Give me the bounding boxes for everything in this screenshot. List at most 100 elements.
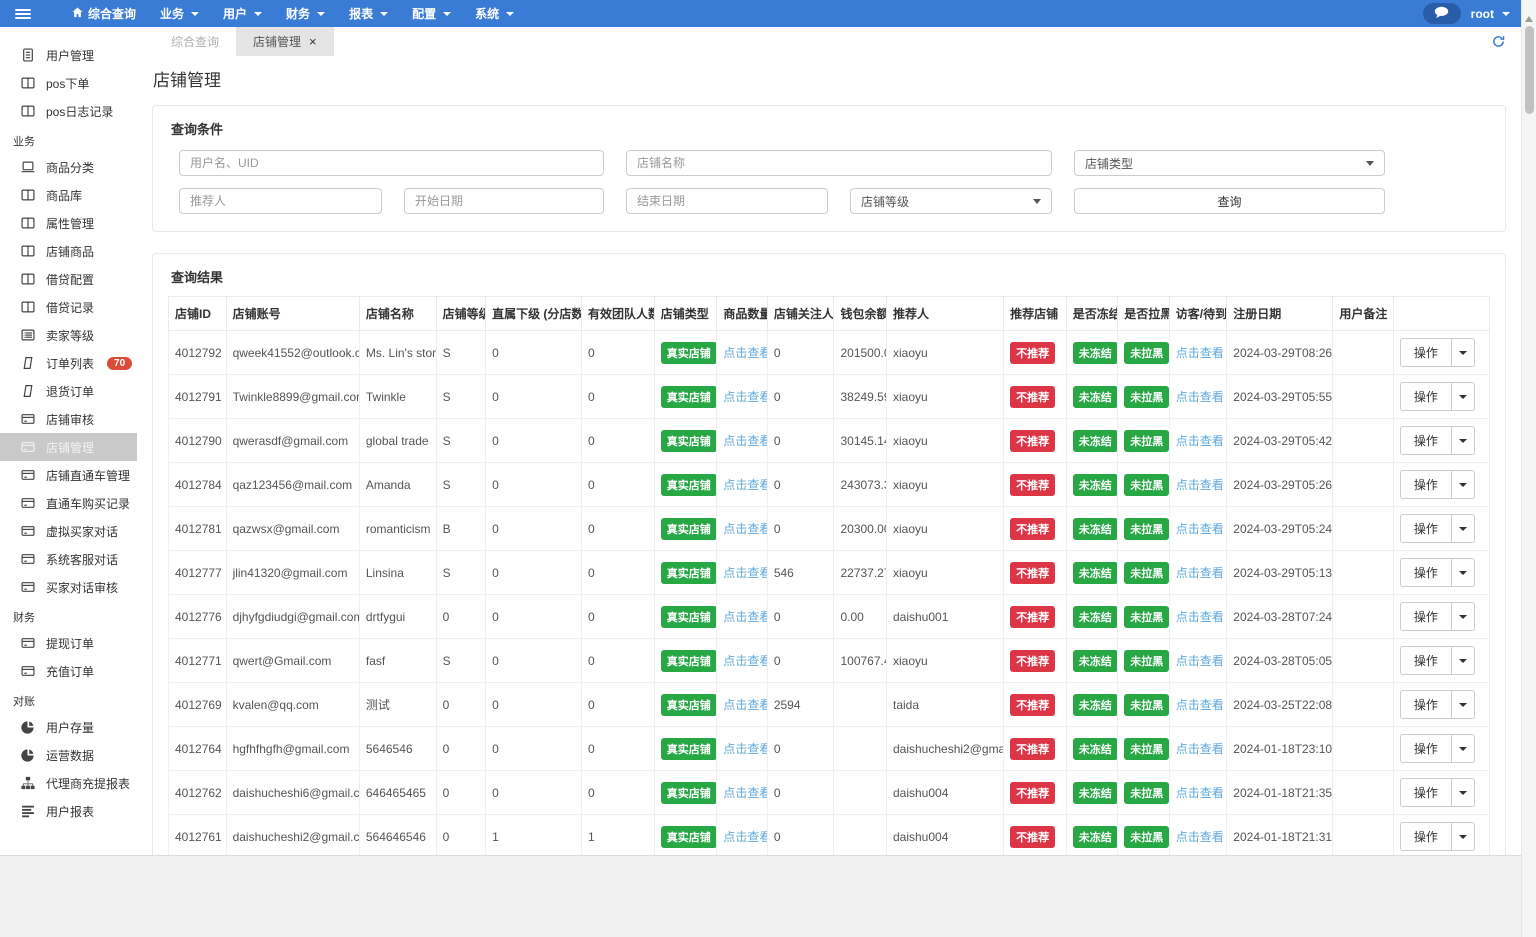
action-button[interactable]: 操作 bbox=[1399, 558, 1475, 587]
goods-count-link[interactable]: 点击查看 bbox=[723, 786, 766, 800]
goods-count-link[interactable]: 点击查看 bbox=[723, 654, 766, 668]
tab-店铺管理[interactable]: 店铺管理 × bbox=[236, 27, 334, 56]
visitor-link[interactable]: 点击查看 bbox=[1176, 830, 1224, 844]
sidebar-item-订单列表[interactable]: 订单列表 70 bbox=[0, 349, 137, 377]
close-icon[interactable]: × bbox=[309, 35, 317, 48]
chat-button[interactable] bbox=[1422, 3, 1461, 24]
goods-count-link[interactable]: 点击查看 bbox=[723, 830, 766, 844]
action-button[interactable]: 操作 bbox=[1399, 470, 1475, 499]
nav-item-1[interactable]: 业务 bbox=[148, 0, 211, 27]
visitor-link[interactable]: 点击查看 bbox=[1176, 654, 1224, 668]
action-dropdown-toggle[interactable] bbox=[1450, 735, 1474, 762]
action-dropdown-toggle[interactable] bbox=[1450, 427, 1474, 454]
sidebar-item-借贷记录[interactable]: 借贷记录 bbox=[0, 293, 137, 321]
scrollbar[interactable] bbox=[1521, 0, 1536, 937]
nav-item-3[interactable]: 财务 bbox=[274, 0, 337, 27]
sidebar-item-系统客服对话[interactable]: 系统客服对话 bbox=[0, 545, 137, 573]
visitor-link[interactable]: 点击查看 bbox=[1176, 566, 1224, 580]
visitor-link[interactable]: 点击查看 bbox=[1176, 698, 1224, 712]
action-button[interactable]: 操作 bbox=[1399, 382, 1475, 411]
visitor-link[interactable]: 点击查看 bbox=[1176, 434, 1224, 448]
sidebar-item-店铺商品[interactable]: 店铺商品 bbox=[0, 237, 137, 265]
action-button[interactable]: 操作 bbox=[1399, 778, 1475, 807]
goods-count-link[interactable]: 点击查看 bbox=[723, 390, 766, 404]
action-button[interactable]: 操作 bbox=[1399, 690, 1475, 719]
refresh-button[interactable] bbox=[1492, 35, 1505, 51]
nav-item-5[interactable]: 配置 bbox=[400, 0, 463, 27]
end-date-input[interactable] bbox=[626, 188, 828, 214]
store-name-input[interactable] bbox=[626, 150, 1052, 176]
hamburger-icon[interactable] bbox=[0, 0, 46, 27]
nav-item-4[interactable]: 报表 bbox=[337, 0, 400, 27]
store-type-select[interactable]: 店铺类型 bbox=[1074, 150, 1385, 176]
sidebar-item-店铺直通车管理[interactable]: 店铺直通车管理 bbox=[0, 461, 137, 489]
action-button[interactable]: 操作 bbox=[1399, 338, 1475, 367]
action-dropdown-toggle[interactable] bbox=[1450, 515, 1474, 542]
sidebar-item-运营数据[interactable]: 运营数据 bbox=[0, 741, 137, 769]
action-dropdown-toggle[interactable] bbox=[1450, 823, 1474, 850]
sidebar-item-店铺管理[interactable]: 店铺管理 bbox=[0, 433, 137, 461]
visitor-link[interactable]: 点击查看 bbox=[1176, 390, 1224, 404]
start-date-input[interactable] bbox=[404, 188, 604, 214]
goods-count-link[interactable]: 点击查看 bbox=[723, 742, 766, 756]
scroll-up-icon[interactable] bbox=[1525, 16, 1533, 22]
nav-item-2[interactable]: 用户 bbox=[211, 0, 274, 27]
nav-item-6[interactable]: 系统 bbox=[463, 0, 526, 27]
column-header-店铺等级: 店铺等级 bbox=[435, 296, 487, 331]
sidebar-item-虚拟买家对话[interactable]: 虚拟买家对话 bbox=[0, 517, 137, 545]
search-button[interactable]: 查询 bbox=[1074, 188, 1385, 214]
sidebar-item-用户存量[interactable]: 用户存量 bbox=[0, 713, 137, 741]
sidebar-item-提现订单[interactable]: 提现订单 bbox=[0, 629, 137, 657]
sidebar-item-直通车购买记录[interactable]: 直通车购买记录 bbox=[0, 489, 137, 517]
goods-count-link[interactable]: 点击查看 bbox=[723, 522, 766, 536]
user-menu[interactable]: root bbox=[1471, 7, 1510, 21]
goods-count-link[interactable]: 点击查看 bbox=[723, 610, 766, 624]
action-button[interactable]: 操作 bbox=[1399, 646, 1475, 675]
action-dropdown-toggle[interactable] bbox=[1450, 691, 1474, 718]
visitor-link[interactable]: 点击查看 bbox=[1176, 786, 1224, 800]
action-button[interactable]: 操作 bbox=[1399, 734, 1475, 763]
action-dropdown-toggle[interactable] bbox=[1450, 779, 1474, 806]
sidebar-item-退货订单[interactable]: 退货订单 bbox=[0, 377, 137, 405]
sidebar-item-商品库[interactable]: 商品库 bbox=[0, 181, 137, 209]
scrollbar-thumb[interactable] bbox=[1524, 26, 1534, 114]
sidebar-item-用户报表[interactable]: 用户报表 bbox=[0, 797, 137, 825]
user-uid-input[interactable] bbox=[179, 150, 604, 176]
visitor-link[interactable]: 点击查看 bbox=[1176, 742, 1224, 756]
tab-综合查询[interactable]: 综合查询 bbox=[154, 27, 236, 56]
action-dropdown-toggle[interactable] bbox=[1450, 471, 1474, 498]
visitor-link[interactable]: 点击查看 bbox=[1176, 346, 1224, 360]
visitor-link[interactable]: 点击查看 bbox=[1176, 522, 1224, 536]
action-button[interactable]: 操作 bbox=[1399, 602, 1475, 631]
action-dropdown-toggle[interactable] bbox=[1450, 559, 1474, 586]
goods-count-link[interactable]: 点击查看 bbox=[723, 434, 766, 448]
action-dropdown-toggle[interactable] bbox=[1450, 647, 1474, 674]
store-level-select[interactable]: 店铺等级 bbox=[850, 188, 1052, 214]
sidebar-item-借贷配置[interactable]: 借贷配置 bbox=[0, 265, 137, 293]
sidebar-item-pos日志记录[interactable]: pos日志记录 bbox=[0, 97, 137, 125]
action-dropdown-toggle[interactable] bbox=[1450, 383, 1474, 410]
goods-count-link[interactable]: 点击查看 bbox=[723, 698, 766, 712]
sidebar-item-卖家等级[interactable]: 卖家等级 bbox=[0, 321, 137, 349]
nav-item-0[interactable]: 综合查询 bbox=[60, 0, 148, 27]
cell-visitor-pending: 点击查看 bbox=[1168, 374, 1228, 419]
sidebar-item-店铺审核[interactable]: 店铺审核 bbox=[0, 405, 137, 433]
sidebar-item-买家对话审核[interactable]: 买家对话审核 bbox=[0, 573, 137, 601]
action-button[interactable]: 操作 bbox=[1399, 426, 1475, 455]
goods-count-link[interactable]: 点击查看 bbox=[723, 346, 766, 360]
sidebar-item-代理商充提报表[interactable]: 代理商充提报表 bbox=[0, 769, 137, 797]
sidebar-item-属性管理[interactable]: 属性管理 bbox=[0, 209, 137, 237]
referrer-input[interactable] bbox=[179, 188, 382, 214]
visitor-link[interactable]: 点击查看 bbox=[1176, 610, 1224, 624]
goods-count-link[interactable]: 点击查看 bbox=[723, 478, 766, 492]
sidebar-item-pos下单[interactable]: pos下单 bbox=[0, 69, 137, 97]
sidebar-item-充值订单[interactable]: 充值订单 bbox=[0, 657, 137, 685]
action-button[interactable]: 操作 bbox=[1399, 514, 1475, 543]
action-dropdown-toggle[interactable] bbox=[1450, 603, 1474, 630]
visitor-link[interactable]: 点击查看 bbox=[1176, 478, 1224, 492]
action-dropdown-toggle[interactable] bbox=[1450, 339, 1474, 366]
sidebar-item-用户管理[interactable]: 用户管理 bbox=[0, 41, 137, 69]
goods-count-link[interactable]: 点击查看 bbox=[723, 566, 766, 580]
sidebar-item-商品分类[interactable]: 商品分类 bbox=[0, 153, 137, 181]
action-button[interactable]: 操作 bbox=[1399, 822, 1475, 851]
